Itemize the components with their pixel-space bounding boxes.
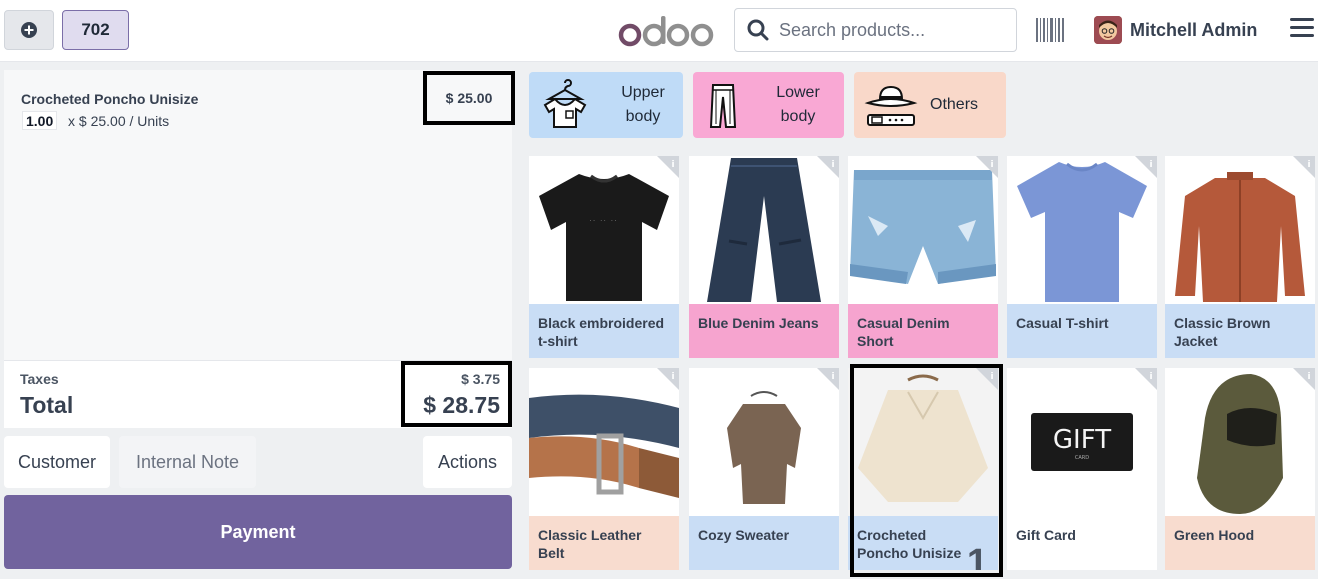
info-icon[interactable]: i [1293,368,1315,390]
order-lines: Crocheted Poncho Unisize 1.00 x $ 25.00 … [4,70,515,360]
category-label: Upper body [621,84,665,125]
product-card[interactable]: GIFT CARD i Gift Card [1007,368,1157,570]
plus-circle-icon [21,22,37,38]
product-name: Casual T-shirt [1007,304,1157,358]
category-label: Lower body [776,84,820,125]
taxes-value: $ 3.75 [461,371,500,387]
info-icon[interactable]: i [976,368,998,390]
category-label: Others [930,96,979,113]
customer-button[interactable]: Customer [4,436,110,488]
user-menu[interactable]: Mitchell Admin [1094,16,1257,44]
product-name: Cozy Sweater [689,516,839,570]
product-name: Crocheted Poncho Unisize 1 [848,516,998,570]
svg-text:·· ·· ··: ·· ·· ·· [590,218,619,224]
product-card[interactable]: i Blue Denim Jeans [689,156,839,358]
info-icon[interactable]: i [1135,156,1157,178]
svg-text:i: i [1307,372,1310,382]
trousers-icon [709,84,737,128]
order-line-price: $ 25.00 [423,71,515,125]
svg-text:i: i [1149,160,1152,170]
taxes-label: Taxes [20,371,59,387]
product-search[interactable] [734,8,1017,52]
odoo-logo [618,16,714,47]
info-icon[interactable]: i [657,156,679,178]
svg-text:i: i [831,160,834,170]
category-upper-body[interactable]: Upper body [529,72,683,138]
cart-qty-badge: 1 [966,542,988,570]
product-name: Classic Leather Belt [529,516,679,570]
svg-text:i: i [671,160,674,170]
product-name: Blue Denim Jeans [689,304,839,358]
svg-text:GIFT: GIFT [1053,425,1111,455]
product-name: Classic Brown Jacket [1165,304,1315,358]
product-card[interactable]: i Casual Denim Short [848,156,998,358]
info-icon[interactable]: i [1293,156,1315,178]
product-image-green-hood [1165,368,1315,516]
info-icon[interactable]: i [817,156,839,178]
info-icon[interactable]: i [657,368,679,390]
product-image-poncho [848,368,998,516]
product-card[interactable]: i Crocheted Poncho Unisize 1 [848,368,998,570]
product-image-leather-belt [529,368,679,516]
product-image-cozy-sweater [689,368,839,516]
product-card[interactable]: i Cozy Sweater [689,368,839,570]
svg-text:CARD: CARD [1075,455,1089,461]
product-name-text: Crocheted Poncho Unisize [857,527,962,561]
new-order-button[interactable] [4,10,54,50]
product-image-blue-jeans [689,156,839,304]
svg-text:i: i [1307,160,1310,170]
info-icon[interactable]: i [817,368,839,390]
total-value: $ 28.75 [423,392,500,418]
product-card[interactable]: i Green Hood [1165,368,1315,570]
order-line-qty: 1.00 [22,111,58,130]
avatar [1094,16,1122,44]
info-icon[interactable]: i [976,156,998,178]
hamburger-menu-icon[interactable] [1290,18,1314,40]
product-image-casual-tshirt [1007,156,1157,304]
hat-belt-icon [864,85,918,126]
svg-text:i: i [990,372,993,382]
top-bar: 702 Search products... Mitchell Admin [0,0,1318,62]
actions-button[interactable]: Actions [423,436,512,488]
internal-note-button[interactable]: Internal Note [119,436,256,488]
search-input[interactable] [779,19,999,41]
shirt-hanger-icon [543,79,587,128]
product-card[interactable]: i Casual T-shirt [1007,156,1157,358]
payment-button[interactable]: Payment [4,495,512,569]
totals-highlight: $ 3.75 $ 28.75 [401,361,512,427]
product-image-brown-jacket [1165,156,1315,304]
product-name: Casual Denim Short [848,304,998,358]
product-image-gift-card: GIFT CARD [1007,368,1157,516]
total-label: Total [20,392,74,418]
product-name: Black embroidered t-shirt [529,304,679,358]
order-pane: Crocheted Poncho Unisize 1.00 x $ 25.00 … [0,62,520,579]
product-name: Gift Card [1007,516,1157,570]
product-image-denim-short [848,156,998,304]
product-pane: Upper body Lower body Others ·· ·· ·· i … [520,62,1318,579]
svg-text:i: i [990,160,993,170]
order-tab-button[interactable]: 702 [62,10,129,50]
product-name: Green Hood [1165,516,1315,570]
barcode-icon[interactable] [1036,18,1064,42]
svg-text:i: i [671,372,674,382]
order-line-unit-price: x $ 25.00 / Units [68,113,170,129]
svg-text:i: i [831,372,834,382]
search-icon [747,19,769,41]
user-name: Mitchell Admin [1130,19,1258,40]
category-lower-body[interactable]: Lower body [693,72,844,138]
order-line-product-name: Crocheted Poncho Unisize [21,91,199,107]
product-card[interactable]: i Classic Brown Jacket [1165,156,1315,358]
product-card[interactable]: i Classic Leather Belt [529,368,679,570]
svg-text:i: i [1149,372,1152,382]
product-card[interactable]: ·· ·· ·· i Black embroidered t-shirt [529,156,679,358]
category-others[interactable]: Others [854,72,1006,138]
order-totals: Taxes Total $ 3.75 $ 28.75 [4,360,512,428]
product-image-black-tshirt: ·· ·· ·· [529,156,679,304]
info-icon[interactable]: i [1135,368,1157,390]
